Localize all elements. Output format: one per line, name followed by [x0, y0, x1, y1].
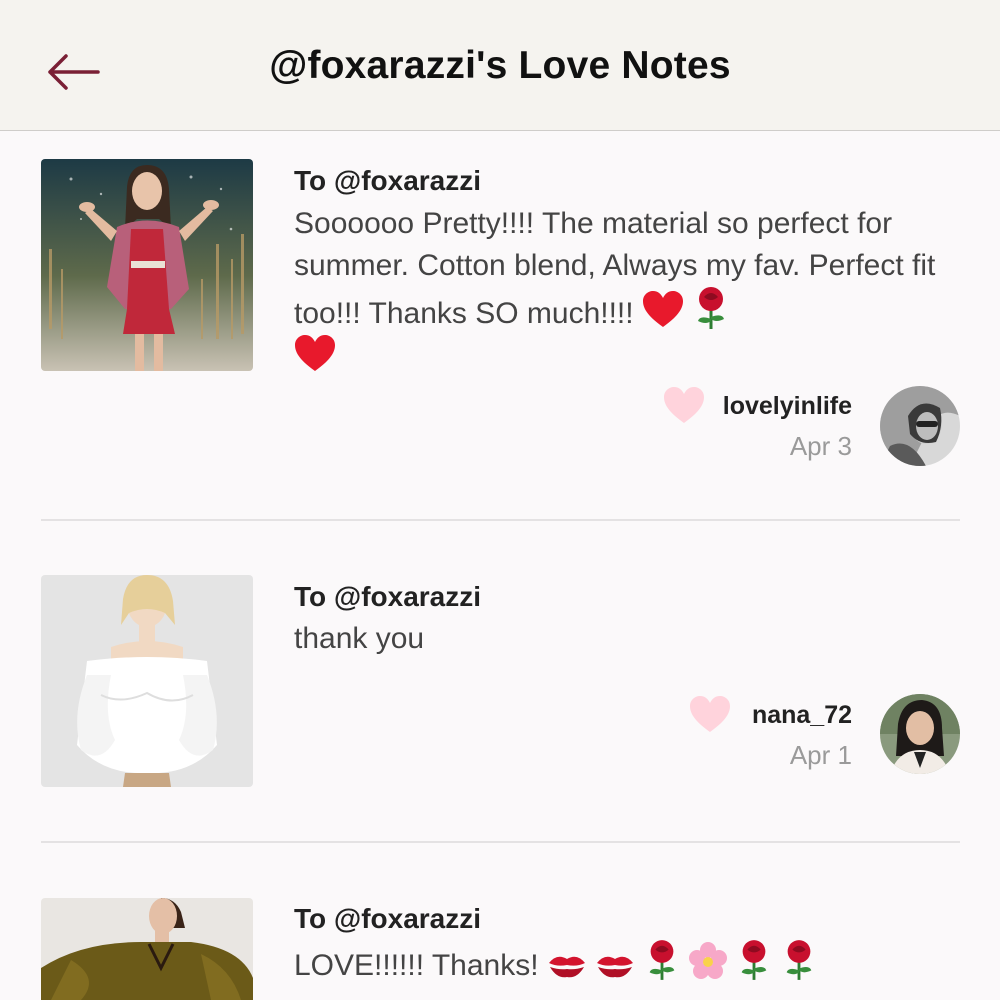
rose-icon	[741, 940, 767, 980]
recipient-label: To @foxarazzi	[294, 581, 482, 612]
cherry-blossom-icon	[688, 942, 727, 979]
divider	[41, 519, 960, 521]
note-message-text: LOVE!!!!!! Thanks!	[294, 949, 539, 982]
red-heart-icon	[642, 291, 683, 327]
recipient-label: To @foxarazzi	[294, 165, 482, 196]
product-photo[interactable]	[41, 159, 253, 371]
avatar[interactable]	[880, 386, 960, 466]
kiss-mark-icon	[548, 956, 585, 978]
note-message-text: thank you	[294, 622, 425, 655]
like-button[interactable]	[689, 696, 731, 734]
rose-icon	[786, 940, 811, 980]
note-message: LOVE!!!!!! Thanks!	[294, 939, 944, 987]
rose-icon	[698, 287, 725, 329]
author-username[interactable]: nana_72	[752, 701, 852, 730]
author-username[interactable]: lovelyinlife	[723, 392, 852, 421]
heart-icon	[690, 696, 730, 732]
note-message: thank you	[294, 618, 944, 660]
kiss-mark-icon	[597, 956, 634, 978]
product-photo[interactable]	[41, 575, 253, 787]
note-date: Apr 1	[789, 740, 852, 770]
recipient-label: To @foxarazzi	[294, 903, 482, 934]
product-photo[interactable]	[41, 898, 253, 1000]
red-heart-icon	[295, 335, 335, 371]
heart-icon	[664, 387, 704, 423]
rose-icon	[649, 940, 674, 980]
note-message: Soooooo Pretty!!!! The material so perfe…	[294, 203, 944, 379]
note-date: Apr 3	[789, 431, 852, 461]
top-bar: @foxarazzi's Love Notes	[0, 0, 1000, 131]
note-message-text: Soooooo Pretty!!!! The material so perfe…	[294, 207, 936, 330]
like-button[interactable]	[663, 387, 705, 425]
avatar[interactable]	[880, 694, 960, 774]
love-notes-screen: @foxarazzi's Love Notes To @foxarazzi So…	[0, 0, 1000, 1000]
page-title: @foxarazzi's Love Notes	[269, 44, 731, 87]
divider	[41, 841, 960, 843]
